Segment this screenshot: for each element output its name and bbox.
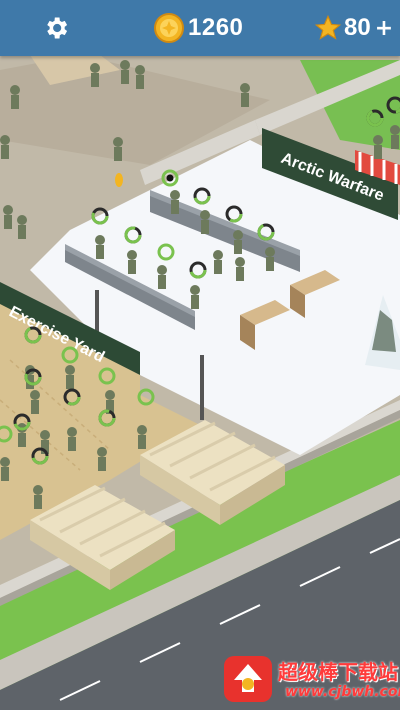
- watermark-title: 超级棒下载站: [278, 660, 398, 684]
- star-counter[interactable]: 80 +: [314, 10, 393, 46]
- watermark-url: www.cjbwh.com: [285, 684, 400, 700]
- add-stars-button[interactable]: +: [375, 16, 393, 41]
- watermark-logo-icon: [224, 656, 272, 702]
- coin-icon: [154, 13, 184, 43]
- star-count: 80: [344, 14, 371, 41]
- gear-icon[interactable]: [42, 14, 70, 42]
- coin-counter[interactable]: 1260: [154, 10, 243, 46]
- game-scene[interactable]: Arctic Warfare Exercise Yard: [0, 0, 400, 710]
- coin-drop[interactable]: [115, 173, 123, 187]
- star-icon: [314, 14, 342, 40]
- coin-count: 1260: [188, 14, 244, 41]
